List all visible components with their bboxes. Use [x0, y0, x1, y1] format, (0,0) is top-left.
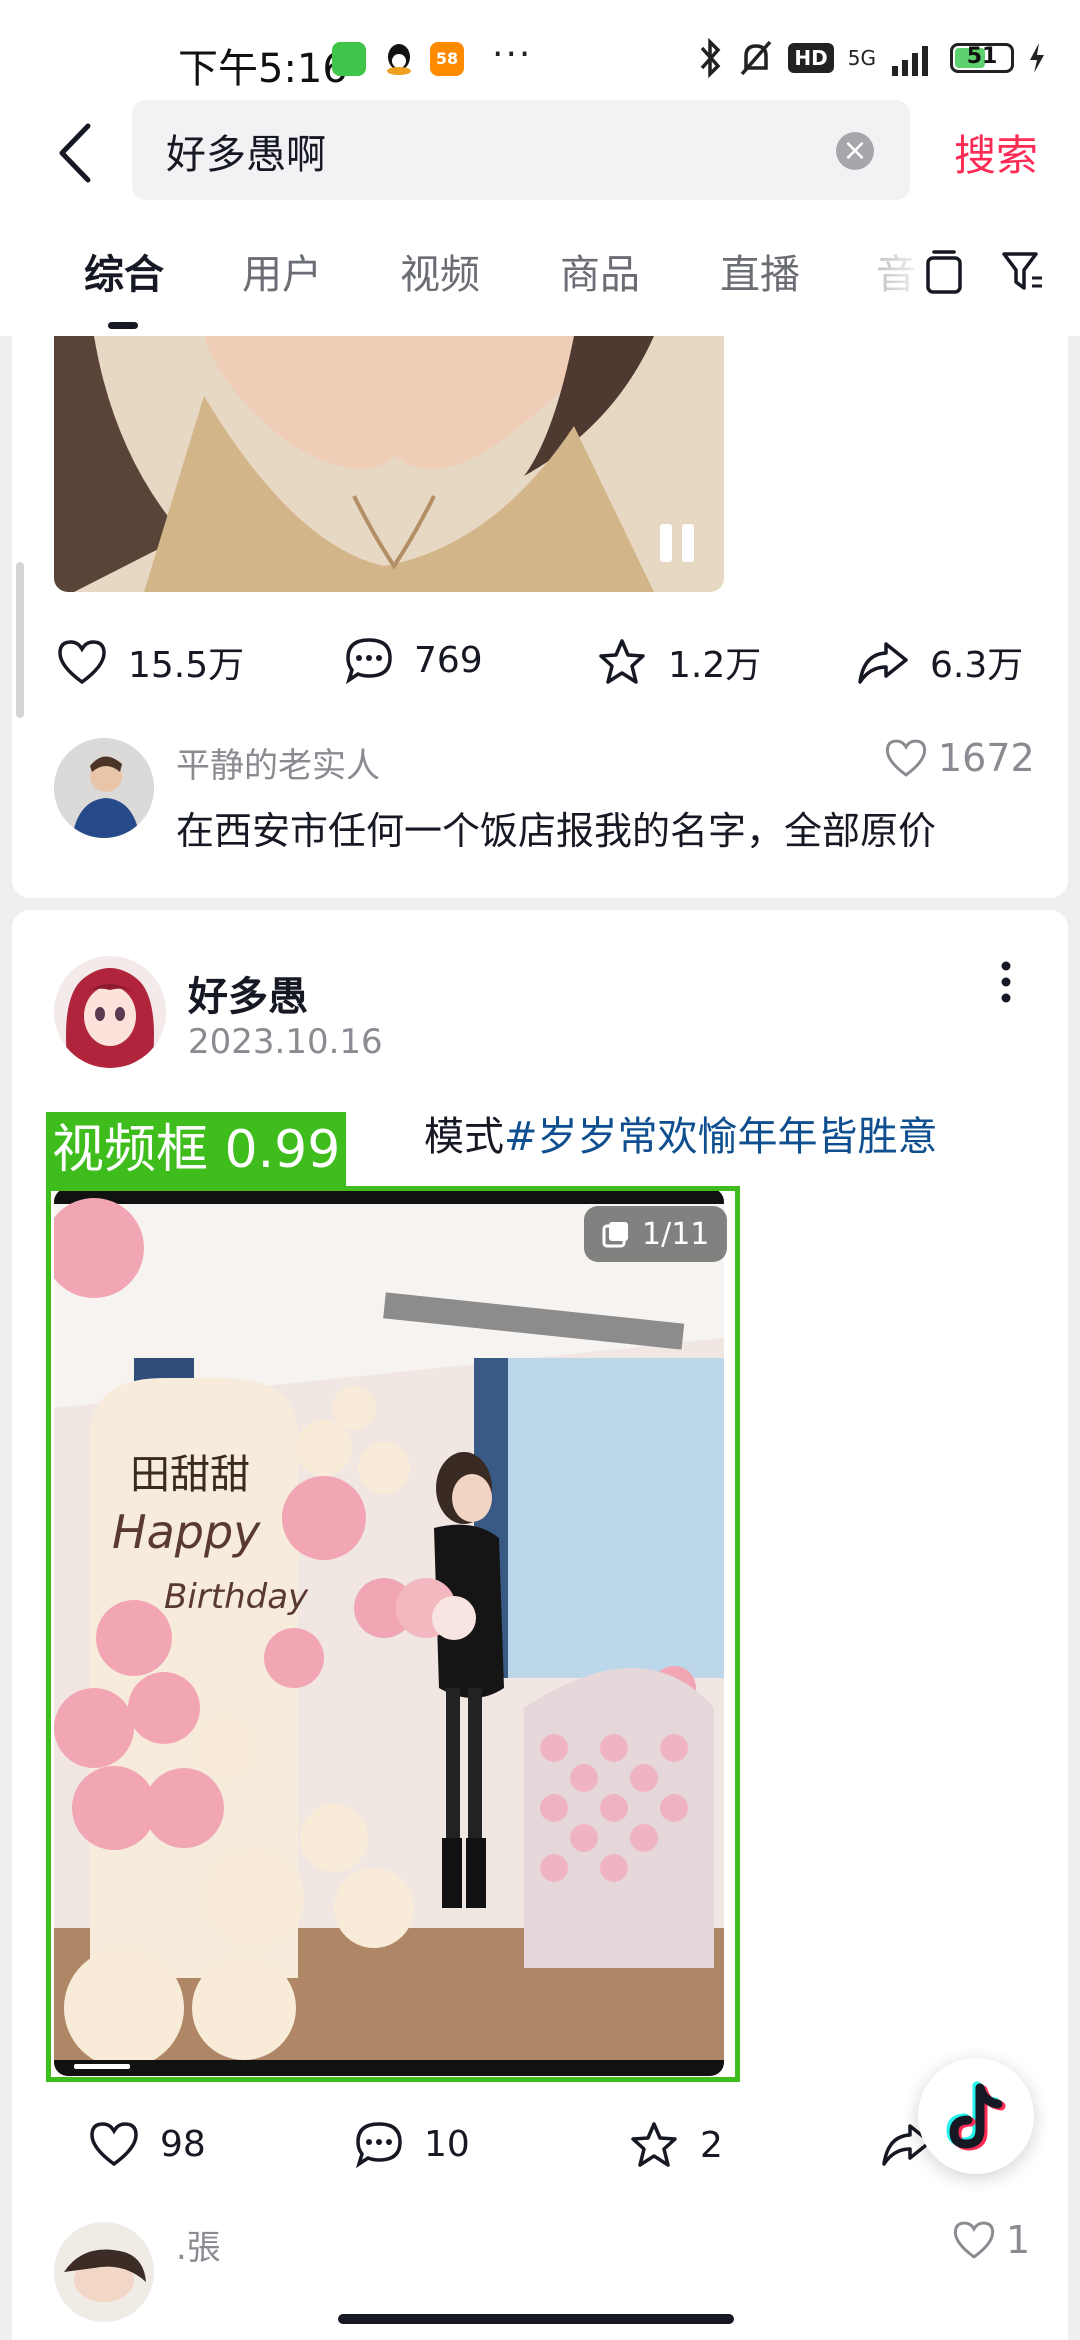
detection-label: 视频框 0.99 — [46, 1112, 347, 1188]
clear-icon[interactable]: × — [836, 132, 874, 170]
pause-icon[interactable] — [602, 518, 648, 568]
favorite-button-1[interactable]: 1.2万 — [596, 636, 761, 688]
heart-icon — [58, 640, 106, 685]
home-indicator[interactable] — [338, 2314, 734, 2324]
hd-badge: HD — [788, 43, 834, 73]
filter-icon — [1002, 252, 1042, 290]
back-arrow-icon — [59, 123, 91, 183]
scrollbar[interactable] — [16, 562, 24, 718]
like-count-2: 98 — [160, 2123, 206, 2165]
app-58-icon: 58 — [430, 42, 464, 76]
tab-users[interactable]: 用户 — [242, 242, 322, 300]
comment-user-2[interactable]: .張 — [176, 2220, 221, 2269]
comment-like-button-2[interactable]: 1 — [952, 2218, 1030, 2262]
status-more-dots: ··· — [492, 34, 533, 75]
share-icon — [858, 642, 908, 684]
charging-icon — [1030, 43, 1044, 73]
search-button[interactable]: 搜索 — [954, 122, 1038, 183]
tab-comprehensive[interactable]: 综合 — [84, 242, 164, 300]
more-icon — [1001, 961, 1011, 1003]
like-count-1: 15.5万 — [128, 645, 245, 686]
share-count-1: 6.3万 — [930, 645, 1024, 686]
heart-icon — [885, 739, 927, 777]
heart-icon — [90, 2122, 138, 2167]
gallery-icon — [602, 1222, 628, 1248]
tab-live[interactable]: 直播 — [720, 242, 800, 300]
author-avatar-image — [54, 956, 166, 1068]
signal-icon — [892, 46, 928, 76]
share-button-1[interactable]: 6.3万 — [856, 636, 1023, 688]
status-bar: 下午5:16 58 ··· HD 5G 51 — [0, 0, 1080, 100]
comment-button-1[interactable]: 769 — [344, 636, 483, 684]
comment-icon — [355, 2122, 402, 2168]
avatar-2-image — [54, 2222, 154, 2322]
bluetooth-icon — [701, 38, 721, 78]
page-count: 1/11 — [642, 1216, 710, 1252]
wechat-app-icon — [332, 42, 366, 76]
detection-box — [46, 1186, 740, 2082]
qq-app-icon — [382, 42, 416, 76]
avatar[interactable] — [54, 2222, 154, 2322]
tab-videos[interactable]: 视频 — [400, 242, 480, 300]
clipboard-icon — [926, 250, 962, 294]
avatar[interactable] — [54, 738, 154, 838]
douyin-logo-icon — [946, 2081, 1006, 2151]
favorite-count-2: 2 — [700, 2124, 723, 2166]
network-type: 5G — [847, 46, 876, 70]
comment-like-count-1: 1672 — [938, 736, 1035, 780]
heart-icon — [953, 2221, 995, 2259]
mute-bell-icon — [741, 40, 772, 76]
comment-count-1: 769 — [414, 639, 483, 681]
status-right-group: HD 5G 51 — [698, 38, 1046, 78]
status-time: 下午5:16 — [178, 46, 348, 92]
filter-button[interactable] — [1000, 248, 1044, 300]
like-button-2[interactable]: 98 — [88, 2120, 206, 2168]
comment-icon — [345, 638, 392, 684]
comment-user-1[interactable]: 平静的老实人 — [176, 738, 380, 787]
battery-percent: 51 — [966, 44, 998, 69]
like-button-1[interactable]: 15.5万 — [56, 636, 244, 688]
more-button[interactable] — [1000, 960, 1012, 1008]
tab-products[interactable]: 商品 — [560, 242, 640, 300]
comment-text-1: 在西安市任何一个饭店报我的名字，全部原价 — [176, 809, 937, 853]
comment-button-2[interactable]: 10 — [354, 2120, 470, 2168]
author-name[interactable]: 好多愚 — [188, 964, 308, 1022]
post-date: 2023.10.16 — [188, 1022, 383, 1062]
star-icon — [631, 2122, 677, 2167]
favorite-count-1: 1.2万 — [668, 645, 762, 686]
comment-count-2: 10 — [424, 2123, 470, 2165]
star-icon — [599, 639, 645, 684]
favorite-button-2[interactable]: 2 — [628, 2120, 723, 2170]
hashtag-link[interactable]: #岁岁常欢愉年年皆胜意 — [504, 1114, 938, 1160]
clipboard-button[interactable] — [924, 248, 964, 300]
back-button[interactable] — [52, 118, 102, 188]
avatar-1-image — [54, 738, 154, 838]
caption-text: 模式 — [424, 1114, 504, 1160]
comment-like-button-1[interactable]: 1672 — [884, 736, 1035, 780]
douyin-float-button[interactable] — [918, 2058, 1034, 2174]
search-query[interactable]: 好多愚啊 — [166, 122, 326, 180]
battery-icon: 51 — [950, 43, 1014, 73]
active-tab-indicator — [108, 322, 138, 329]
author-avatar[interactable] — [54, 956, 166, 1068]
page-indicator: 1/11 — [584, 1206, 728, 1262]
tab-fade — [870, 242, 930, 302]
comment-like-count-2: 1 — [1006, 2218, 1031, 2262]
